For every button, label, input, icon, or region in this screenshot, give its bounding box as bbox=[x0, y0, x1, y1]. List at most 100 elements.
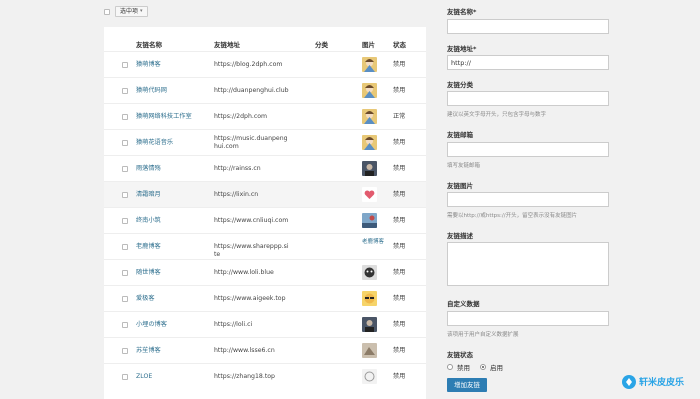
link-status: 禁用 bbox=[393, 139, 406, 146]
row-checkbox[interactable] bbox=[122, 374, 128, 380]
link-url: https://lixin.cn bbox=[214, 191, 259, 198]
email-input[interactable] bbox=[447, 142, 609, 157]
link-name[interactable]: 清霜暗月 bbox=[136, 191, 161, 199]
link-url: https://2dph.com bbox=[214, 113, 268, 120]
bulk-action-label: 选中项 bbox=[120, 8, 139, 15]
table-row[interactable]: 雨落情殇 http://rainss.cn 禁用 bbox=[104, 155, 426, 181]
link-thumbnail bbox=[362, 265, 377, 280]
link-status: 禁用 bbox=[393, 269, 406, 276]
link-thumbnail bbox=[362, 187, 377, 202]
image-input[interactable] bbox=[447, 192, 609, 207]
link-url: https://music.duanpenghui.com bbox=[214, 135, 288, 150]
category-hint: 建议以英文字母开头，只包含字母与数字 bbox=[447, 112, 547, 118]
link-name[interactable]: 苏苼博客 bbox=[136, 347, 161, 355]
name-label: 友链名称* bbox=[447, 8, 477, 16]
link-name[interactable]: 雨落情殇 bbox=[136, 165, 161, 173]
row-checkbox[interactable] bbox=[122, 140, 128, 146]
link-status: 禁用 bbox=[393, 295, 406, 302]
table-row[interactable]: 清霜暗月 https://lixin.cn 禁用 bbox=[104, 181, 426, 207]
link-url: http://rainss.cn bbox=[214, 165, 261, 172]
link-url: https://www.shareppp.site bbox=[214, 243, 289, 258]
row-checkbox[interactable] bbox=[122, 88, 128, 94]
link-status: 禁用 bbox=[393, 243, 406, 250]
link-status: 禁用 bbox=[393, 321, 406, 328]
image-label: 友链图片 bbox=[447, 182, 473, 190]
link-name[interactable]: 猿萌代码网 bbox=[136, 87, 167, 95]
link-url: https://blog.2dph.com bbox=[214, 61, 283, 68]
add-link-button[interactable]: 增加友链 bbox=[447, 378, 487, 392]
url-input[interactable]: http:// bbox=[447, 55, 609, 70]
table-row[interactable]: 猿萌博客 https://blog.2dph.com 禁用 bbox=[104, 51, 426, 77]
row-checkbox[interactable] bbox=[122, 322, 128, 328]
row-checkbox[interactable] bbox=[122, 244, 128, 250]
row-checkbox[interactable] bbox=[122, 218, 128, 224]
link-status: 禁用 bbox=[393, 373, 406, 380]
link-thumbnail bbox=[362, 369, 377, 384]
link-thumbnail bbox=[362, 109, 377, 124]
table-row[interactable]: 终南小筑 https://www.cnliuqi.com 禁用 bbox=[104, 207, 426, 233]
row-checkbox[interactable] bbox=[122, 270, 128, 276]
link-name[interactable]: 猿萌博客 bbox=[136, 61, 161, 69]
table-row[interactable]: 猿萌网络科技工作室 https://2dph.com 正常 bbox=[104, 103, 426, 129]
link-name[interactable]: 随世博客 bbox=[136, 269, 161, 277]
category-input[interactable] bbox=[447, 91, 609, 106]
table-row[interactable]: 爱极客 https://www.aigeek.top 禁用 bbox=[104, 285, 426, 311]
table-row[interactable]: 猿萌花语音乐 https://music.duanpenghui.com 禁用 bbox=[104, 129, 426, 155]
link-status: 禁用 bbox=[393, 61, 406, 68]
link-thumbnail bbox=[362, 213, 377, 228]
link-name[interactable]: 爱极客 bbox=[136, 295, 155, 303]
row-checkbox[interactable] bbox=[122, 296, 128, 302]
link-name[interactable]: 猿萌花语音乐 bbox=[136, 139, 173, 147]
row-checkbox[interactable] bbox=[122, 348, 128, 354]
row-checkbox[interactable] bbox=[122, 114, 128, 120]
name-input[interactable] bbox=[447, 19, 609, 34]
select-all-checkbox[interactable] bbox=[104, 8, 110, 15]
links-table: 友链名称 友链地址 分类 图片 状态 猿萌博客 https://blog.2dph… bbox=[104, 27, 426, 399]
table-row[interactable]: 老鹿博客 https://www.shareppp.site 老鹿博客 禁用 bbox=[104, 233, 426, 259]
desc-textarea[interactable] bbox=[447, 242, 609, 286]
link-url: https://loli.ci bbox=[214, 321, 253, 328]
link-url: https://www.cnliuqi.com bbox=[214, 217, 289, 224]
link-thumbnail bbox=[362, 343, 377, 358]
table-row[interactable]: 随世博客 http://www.loli.blue 禁用 bbox=[104, 259, 426, 285]
table-row[interactable]: ZLOE https://zhang18.top 禁用 bbox=[104, 363, 426, 389]
link-status: 禁用 bbox=[393, 87, 406, 94]
link-status: 正常 bbox=[393, 113, 406, 120]
status-enabled-label: 启用 bbox=[490, 364, 503, 372]
table-row[interactable]: 猿萌代码网 http://duanpenghui.club 禁用 bbox=[104, 77, 426, 103]
bulk-action-select[interactable]: 选中项 ▾ bbox=[115, 6, 148, 17]
status-disabled-radio[interactable] bbox=[447, 364, 453, 370]
link-name[interactable]: ZLOE bbox=[136, 373, 152, 381]
link-name[interactable]: 老鹿博客 bbox=[136, 243, 161, 251]
email-label: 友链邮箱 bbox=[447, 131, 473, 139]
header-status: 状态 bbox=[393, 41, 406, 49]
link-status: 禁用 bbox=[393, 191, 406, 198]
status-disabled-label: 禁用 bbox=[457, 364, 470, 372]
status-radio-group: 禁用 启用 bbox=[447, 362, 503, 372]
link-url: https://zhang18.top bbox=[214, 373, 275, 380]
chevron-down-icon: ▾ bbox=[140, 8, 143, 14]
link-name[interactable]: 猿萌网络科技工作室 bbox=[136, 113, 192, 121]
link-name[interactable]: 终南小筑 bbox=[136, 217, 161, 225]
status-enabled-radio[interactable] bbox=[480, 364, 486, 370]
url-label: 友链地址* bbox=[447, 45, 477, 53]
table-header: 友链名称 友链地址 分类 图片 状态 bbox=[104, 37, 426, 50]
link-status: 禁用 bbox=[393, 165, 406, 172]
watermark-logo: 轩米皮皮乐 bbox=[622, 375, 684, 389]
broken-image-alt: 老鹿博客 bbox=[362, 239, 385, 245]
link-url: http://www.lsse6.cn bbox=[214, 347, 275, 354]
table-row[interactable]: 苏苼博客 http://www.lsse6.cn 禁用 bbox=[104, 337, 426, 363]
table-row[interactable]: 小埋の博客 https://loli.ci 禁用 bbox=[104, 311, 426, 337]
link-thumbnail bbox=[362, 135, 377, 150]
link-url: http://www.loli.blue bbox=[214, 269, 274, 276]
bulk-toolbar: 选中项 ▾ bbox=[104, 6, 148, 17]
desc-label: 友链描述 bbox=[447, 232, 473, 240]
link-url: https://www.aigeek.top bbox=[214, 295, 286, 302]
header-name: 友链名称 bbox=[136, 41, 162, 49]
row-checkbox[interactable] bbox=[122, 192, 128, 198]
row-checkbox[interactable] bbox=[122, 166, 128, 172]
row-checkbox[interactable] bbox=[122, 62, 128, 68]
link-thumbnail bbox=[362, 161, 377, 176]
custom-data-input[interactable] bbox=[447, 311, 609, 326]
link-name[interactable]: 小埋の博客 bbox=[136, 321, 167, 329]
